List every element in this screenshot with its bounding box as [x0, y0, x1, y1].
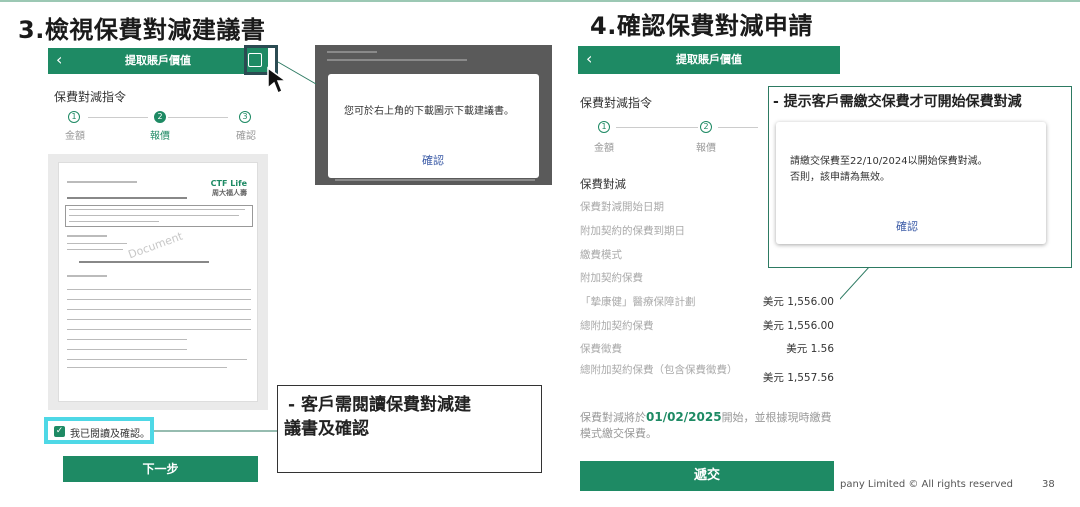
step-2-label: 報價 — [696, 143, 716, 154]
payment-reminder-dialog: 請繳交保費至22/10/2024以開始保費對減。 否則，該申請為無效。 確認 — [776, 122, 1046, 244]
summary-row-value: 美元 1,556.00 — [762, 320, 834, 332]
summary-row-label: 「摯康健」醫療保障計劃 — [580, 296, 696, 308]
summary-row-label: 附加契約的保費到期日 — [580, 225, 685, 237]
right-app-bar: ‹ 提取賬戶價值 — [578, 46, 840, 74]
page-number: 38 — [1042, 479, 1055, 490]
payment-reminder-confirm-button[interactable]: 確認 — [896, 218, 918, 234]
summary-row-label: 總附加契約保費（包含保費徵費） — [580, 364, 738, 376]
summary-row-value: 美元 1,557.56 — [762, 372, 834, 384]
step-1-dot: 1 — [598, 121, 610, 133]
submit-button[interactable]: 遞交 — [580, 461, 834, 491]
summary-row-label: 保費徵費 — [580, 343, 622, 355]
summary-row-label: 繳費模式 — [580, 249, 622, 261]
summary-heading: 保費對減 — [580, 177, 626, 191]
right-stepper: 1 2 金額 報價 — [578, 120, 778, 156]
payment-reminder-line1: 請繳交保費至22/10/2024以開始保費對減。 — [790, 156, 988, 167]
right-callout-title: - 提示客戶需繳交保費才可開始保費對減 — [773, 94, 1022, 110]
summary-row-label: 附加契約保費 — [580, 272, 643, 284]
start-date-note: 保費對減將於01/02/2025開始，並根據現時繳費模式繳交保費。 — [580, 409, 840, 442]
note-start-date: 01/02/2025 — [646, 410, 722, 424]
right-app-title: 提取賬戶價值 — [676, 53, 742, 66]
step-1-label: 金額 — [594, 143, 614, 154]
left-callout-box: - 客戶需閱讀保費對減建 議書及確認 — [277, 385, 542, 473]
footer-copyright: pany Limited © All rights reserved — [840, 479, 1013, 490]
right-section-title: 保費對減指令 — [580, 96, 653, 110]
left-callout-line2: 議書及確認 — [284, 419, 369, 439]
left-callout-line1: - 客戶需閱讀保費對減建 — [288, 395, 471, 415]
summary-row-label: 保費對減開始日期 — [580, 201, 664, 213]
back-arrow-icon[interactable]: ‹ — [586, 46, 592, 72]
summary-row-value: 美元 1,556.00 — [762, 296, 834, 308]
summary-row-label: 總附加契約保費 — [580, 320, 654, 332]
payment-reminder-line2: 否則，該申請為無效。 — [790, 172, 890, 183]
note-prefix: 保費對減將於 — [580, 411, 646, 424]
summary-row-value: 美元 1.56 — [786, 343, 834, 355]
step-2-dot: 2 — [700, 121, 712, 133]
